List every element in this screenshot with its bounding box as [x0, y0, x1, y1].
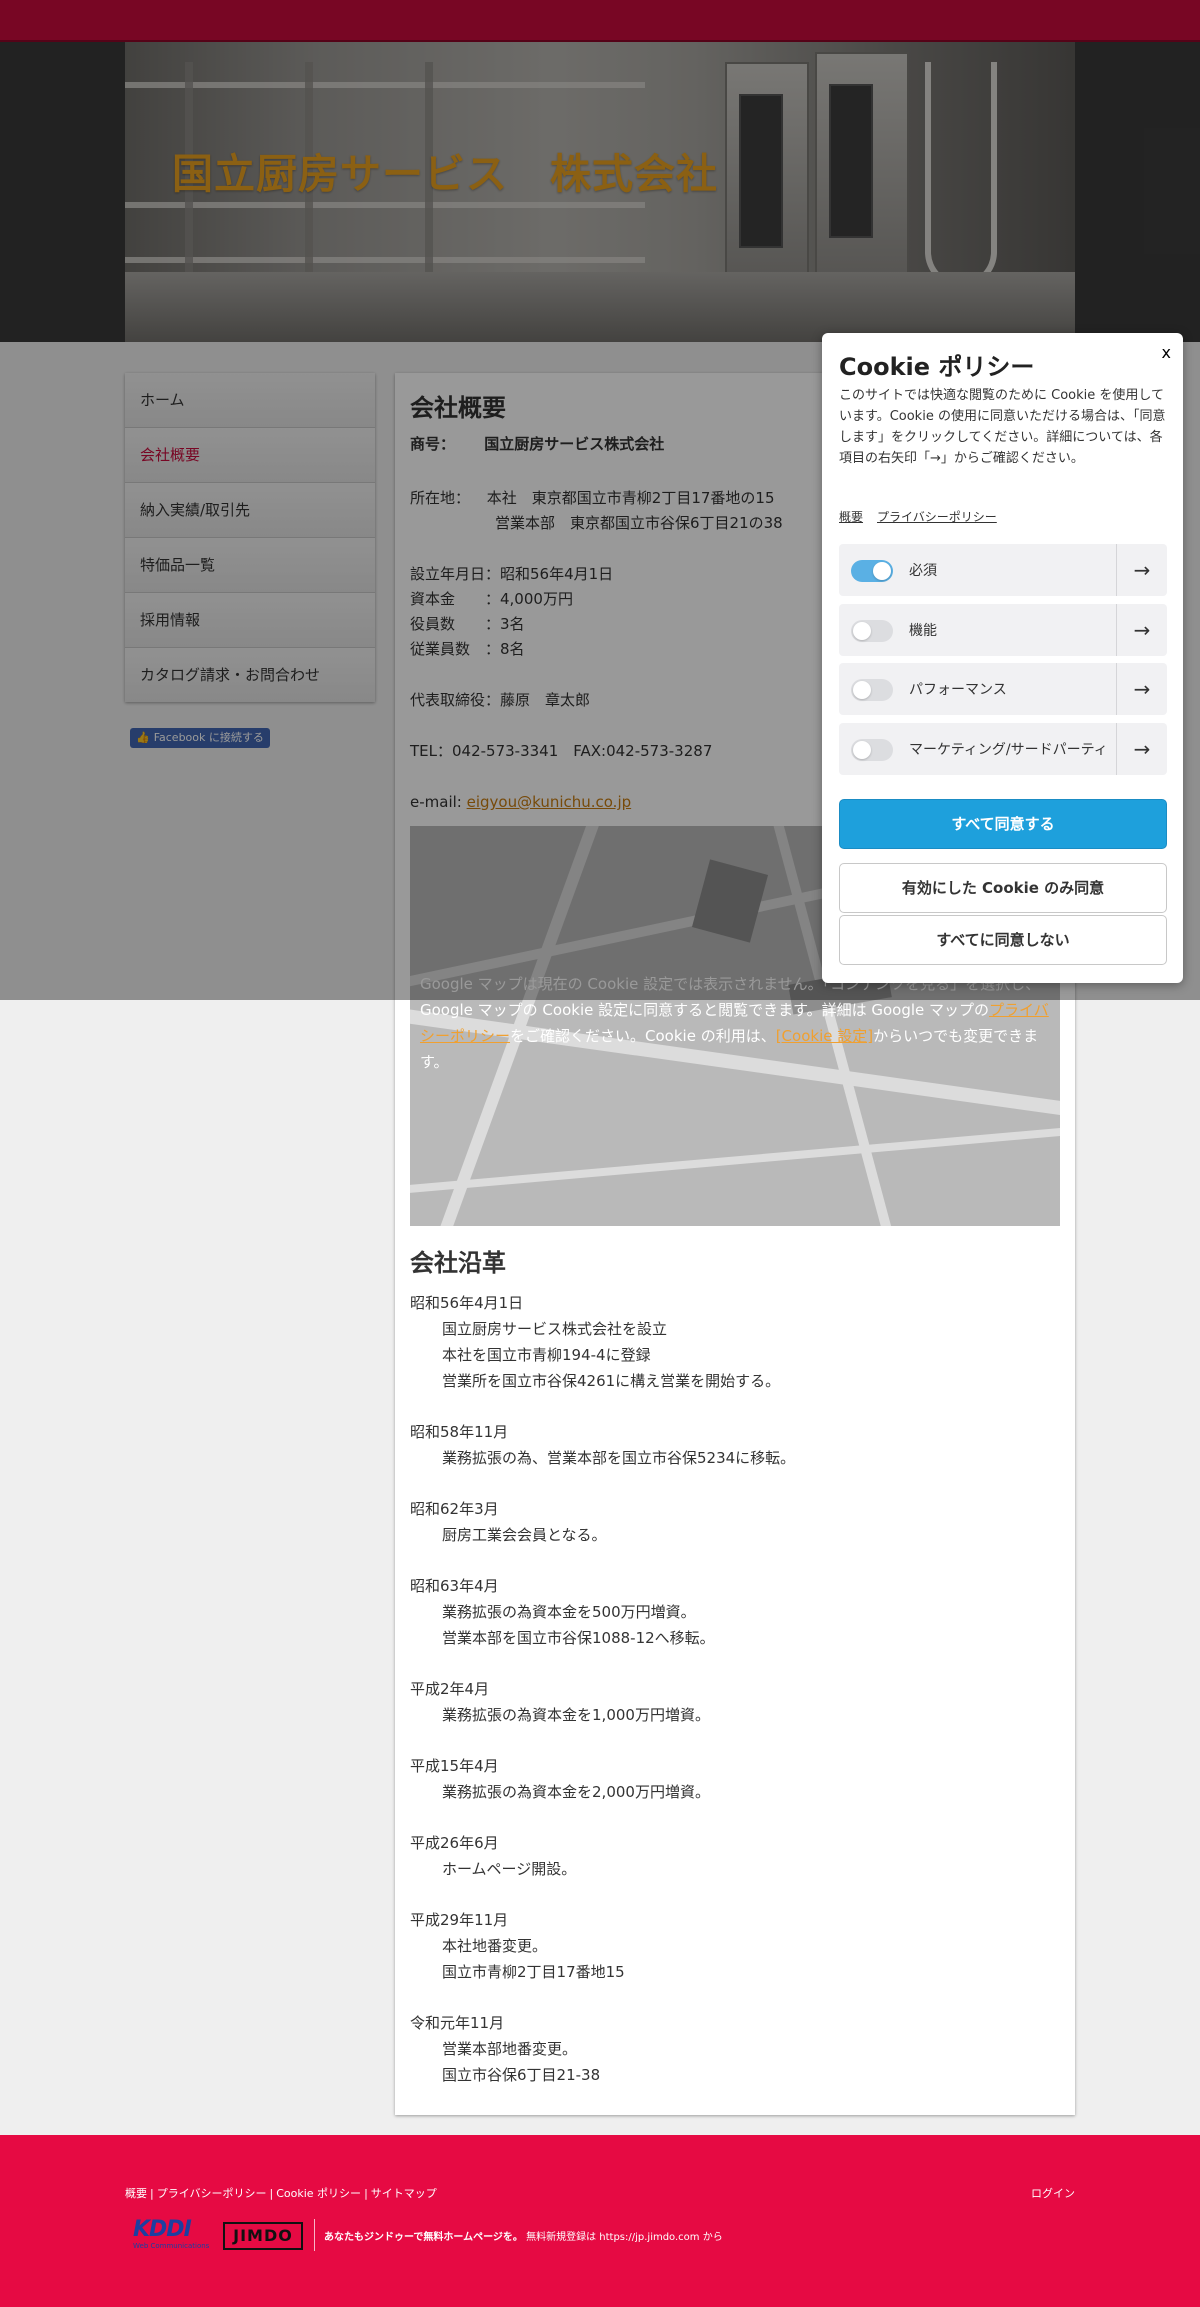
- jimdo-logo[interactable]: JIMDO: [223, 2222, 303, 2250]
- close-icon[interactable]: x: [1162, 343, 1171, 362]
- history-date: 令和元年11月: [410, 2014, 505, 2032]
- history-line: 国立厨房サービス株式会社を設立: [442, 1320, 668, 1338]
- cookie-category-functional: 機能 →: [839, 604, 1167, 656]
- cookie-category-necessary: 必須 →: [839, 544, 1167, 596]
- category-label: パフォーマンス: [909, 682, 1007, 698]
- history-line: 業務拡張の為資本金を500万円増資。: [442, 1603, 696, 1621]
- footer-link-sitemap[interactable]: サイトマップ: [371, 2187, 437, 2200]
- cookie-link-overview[interactable]: 概要: [839, 510, 863, 524]
- history-line: 本社を国立市青柳194-4に登録: [442, 1346, 651, 1364]
- category-label: 必須: [909, 563, 937, 579]
- history-date: 昭和56年4月1日: [410, 1294, 524, 1312]
- history-heading: 会社沿革: [410, 1249, 506, 1277]
- kddi-logo[interactable]: KDDI: [133, 2217, 192, 2242]
- decline-all-button[interactable]: すべてに同意しない: [839, 915, 1167, 965]
- footer-links: 概要 | プライバシーポリシー | Cookie ポリシー | サイトマップ: [125, 2187, 437, 2200]
- cookie-link-privacy[interactable]: プライバシーポリシー: [877, 510, 997, 524]
- kddi-logo-sub: Web Communications: [133, 2242, 210, 2250]
- history-line: 本社地番変更。: [442, 1937, 548, 1955]
- company-history: 会社沿革 昭和56年4月1日国立厨房サービス株式会社を設立 本社を国立市青柳194…: [410, 1243, 1060, 2088]
- history-list: 昭和56年4月1日国立厨房サービス株式会社を設立 本社を国立市青柳194-4に登録…: [410, 1290, 1060, 2088]
- accept-selected-button[interactable]: 有効にした Cookie のみ同意: [839, 863, 1167, 913]
- history-date: 平成2年4月: [410, 1680, 490, 1698]
- login-link[interactable]: ログイン: [1031, 2185, 1075, 2201]
- cookie-links: 概要 プライバシーポリシー: [839, 508, 1011, 525]
- history-date: 昭和62年3月: [410, 1500, 499, 1518]
- jimdo-promo[interactable]: あなたもジンドゥーで無料ホームページを。 無料新規登録は https://jp.…: [324, 2228, 723, 2243]
- history-date: 昭和63年4月: [410, 1577, 499, 1595]
- footer-divider: [314, 2219, 315, 2251]
- arrow-right-icon[interactable]: →: [1116, 663, 1167, 715]
- history-line: 国立市谷保6丁目21-38: [442, 2066, 601, 2084]
- history-line: ホームページ開設。: [442, 1860, 577, 1878]
- map-notice-text-2: をご確認ください。Cookie の利用は、: [510, 1027, 776, 1045]
- arrow-right-icon[interactable]: →: [1116, 544, 1167, 596]
- arrow-right-icon[interactable]: →: [1116, 604, 1167, 656]
- cookie-title: Cookie ポリシー: [839, 353, 1035, 381]
- history-line: 厨房工業会会員となる。: [442, 1526, 607, 1544]
- history-line: 業務拡張の為資本金を2,000万円増資。: [442, 1783, 710, 1801]
- history-date: 平成29年11月: [410, 1911, 509, 1929]
- history-line: 営業本部を国立市谷保1088-12へ移転。: [442, 1629, 715, 1647]
- cookie-description: このサイトでは快適な閲覧のために Cookie を使用しています。Cookie …: [839, 388, 1166, 466]
- footer-link-privacy[interactable]: プライバシーポリシー: [157, 2187, 267, 2200]
- footer-link-overview[interactable]: 概要: [125, 2187, 147, 2200]
- footer-link-cookie[interactable]: Cookie ポリシー: [276, 2187, 361, 2200]
- cookie-dialog: x Cookie ポリシー このサイトでは快適な閲覧のために Cookie を使…: [822, 333, 1183, 983]
- toggle-marketing[interactable]: [851, 739, 893, 761]
- history-date: 平成15年4月: [410, 1757, 499, 1775]
- map-cookie-settings-link[interactable]: [Cookie 設定]: [776, 1027, 873, 1045]
- history-line: 業務拡張の為資本金を1,000万円増資。: [442, 1706, 710, 1724]
- history-line: 国立市青柳2丁目17番地15: [442, 1963, 625, 1981]
- cookie-category-performance: パフォーマンス →: [839, 663, 1167, 715]
- footer: 概要 | プライバシーポリシー | Cookie ポリシー | サイトマップ ログイン KD…: [0, 2135, 1200, 2307]
- promo-text: 無料新規登録は https://jp.jimdo.com から: [522, 2232, 723, 2243]
- history-line: 業務拡張の為、営業本部を国立市谷保5234に移転。: [442, 1449, 796, 1467]
- toggle-functional[interactable]: [851, 620, 893, 642]
- history-date: 平成26年6月: [410, 1834, 499, 1852]
- category-label: 機能: [909, 623, 937, 639]
- promo-bold: あなたもジンドゥーで無料ホームページを。: [324, 2232, 523, 2243]
- toggle-necessary[interactable]: [851, 560, 893, 582]
- category-label: マーケティング/サードパーティ: [909, 742, 1108, 758]
- cookie-category-marketing: マーケティング/サードパーティ →: [839, 723, 1167, 775]
- accept-all-button[interactable]: すべて同意する: [839, 799, 1167, 849]
- toggle-performance[interactable]: [851, 679, 893, 701]
- arrow-right-icon[interactable]: →: [1116, 723, 1167, 775]
- history-date: 昭和58年11月: [410, 1423, 509, 1441]
- history-line: 営業所を国立市谷保4261に構え営業を開始する。: [442, 1372, 781, 1390]
- history-line: 営業本部地番変更。: [442, 2040, 578, 2058]
